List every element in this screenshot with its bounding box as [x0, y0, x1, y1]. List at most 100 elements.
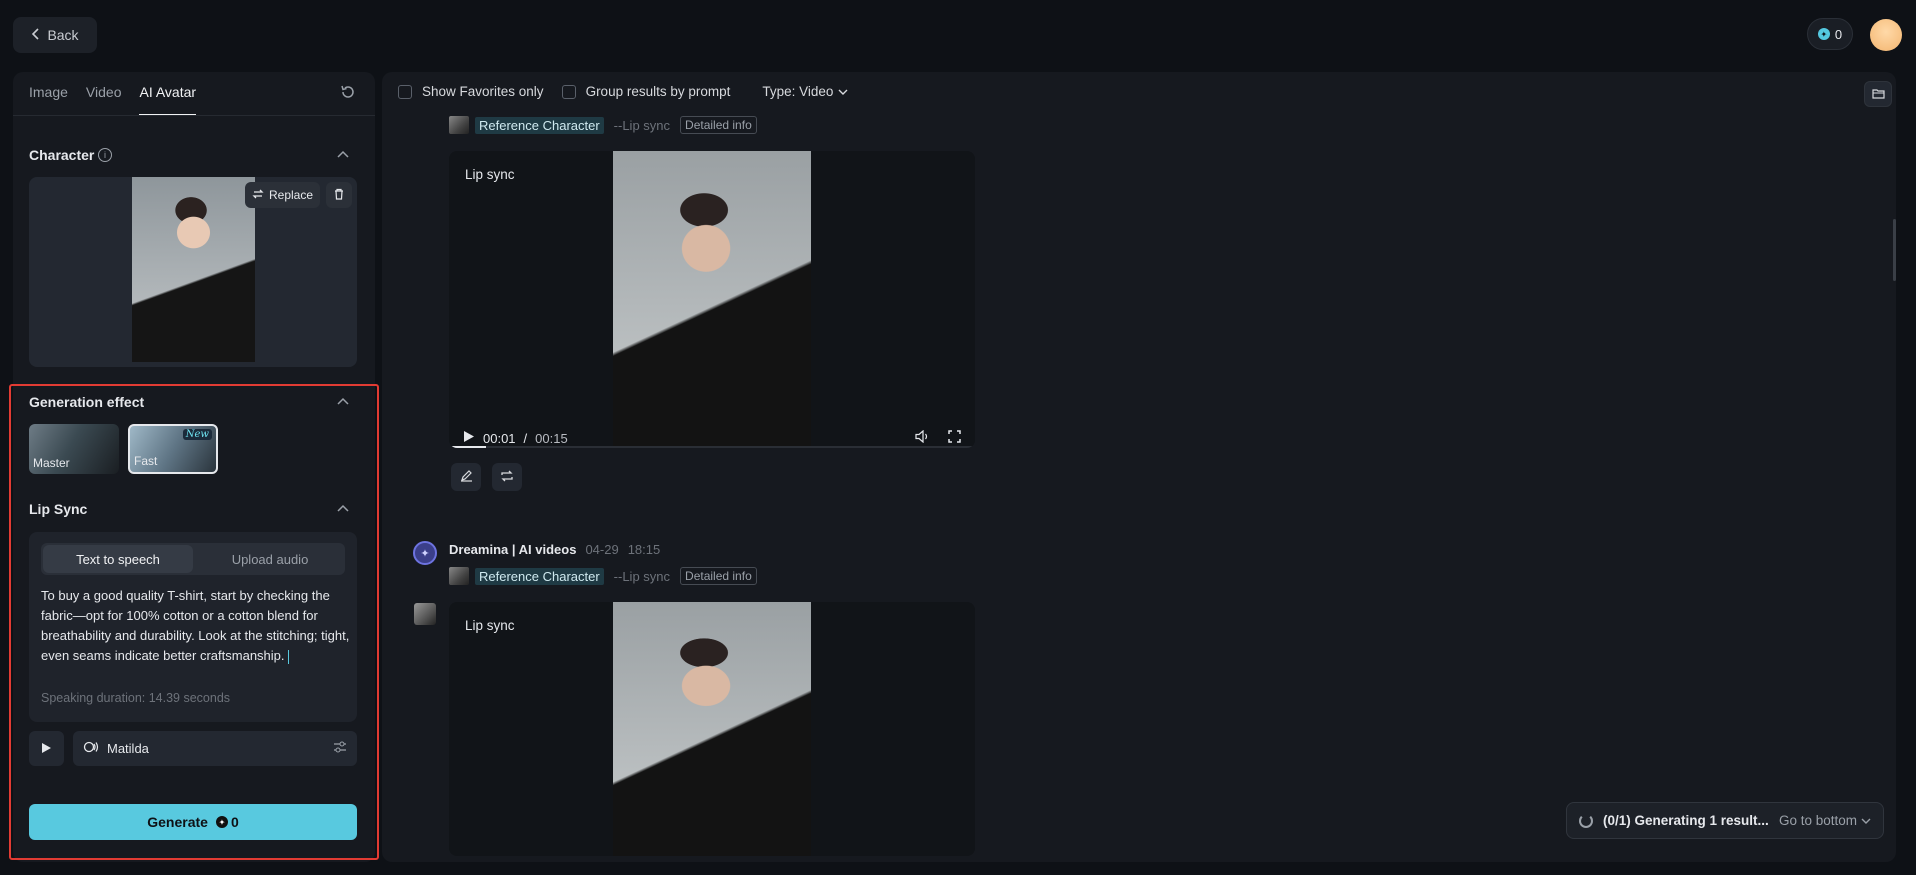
lip-sync-title: Lip Sync: [29, 501, 88, 517]
loading-spinner-icon: [1579, 813, 1593, 828]
generation-effect-title: Generation effect: [29, 394, 145, 410]
coin-icon: ✦: [215, 816, 228, 828]
preview-play-button[interactable]: [29, 731, 64, 766]
effect-label: Master: [33, 456, 70, 470]
play-icon[interactable]: [463, 430, 475, 446]
reference-avatar: [414, 603, 436, 625]
type-dropdown-label: Type: Video: [762, 84, 834, 99]
pencil-icon: [460, 469, 473, 485]
effect-label: Fast: [134, 454, 158, 468]
swap-icon: [252, 188, 264, 203]
tab-ai-avatar[interactable]: AI Avatar: [139, 84, 197, 116]
time-separator: /: [523, 430, 528, 446]
detailed-info-tag[interactable]: Detailed info: [680, 567, 757, 585]
result-author-row: Dreamina | AI videos 04-29 18:15: [449, 542, 660, 557]
play-icon: [41, 741, 52, 757]
trash-icon: [333, 187, 345, 203]
tab-text-to-speech[interactable]: Text to speech: [43, 545, 193, 573]
video-player[interactable]: Lip sync 00:01 / 00:15: [449, 151, 975, 448]
generation-status: (0/1) Generating 1 result... Go to botto…: [1566, 802, 1884, 839]
lip-sync-mode-switch: Text to speech Upload audio: [41, 543, 345, 575]
reset-icon[interactable]: [340, 84, 358, 102]
video-frame: [613, 151, 811, 446]
user-avatar[interactable]: [1870, 19, 1902, 51]
character-title: Character: [29, 147, 95, 163]
tab-divider: [13, 115, 375, 116]
generate-cost: ✦ 0: [215, 814, 239, 830]
generate-cost-value: 0: [230, 814, 239, 830]
time-total: 00:15: [535, 430, 568, 446]
video-controls: 00:01 / 00:15: [449, 423, 975, 448]
group-label[interactable]: Group results by prompt: [586, 84, 731, 99]
repeat-icon: [500, 469, 514, 485]
credits-badge[interactable]: ✦ 0: [1807, 18, 1853, 50]
voice-selector[interactable]: Matilda: [73, 731, 357, 766]
video-progress-fill: [449, 446, 486, 448]
text-cursor: [287, 649, 289, 664]
reference-thumbnail: [449, 567, 469, 585]
video-frame: [613, 602, 811, 856]
result-meta: Reference Character --Lip sync Detailed …: [449, 567, 757, 585]
tab-video[interactable]: Video: [86, 84, 122, 116]
generate-button[interactable]: Generate ✦ 0: [29, 804, 357, 840]
type-dropdown[interactable]: Type: Video: [762, 84, 848, 99]
character-image: [132, 177, 255, 362]
reference-name[interactable]: Reference Character: [475, 567, 604, 585]
reference-thumbnail: [449, 116, 469, 134]
result-mode: --Lip sync: [613, 568, 671, 584]
speech-text-input[interactable]: To buy a good quality T-shirt, start by …: [41, 586, 351, 666]
dreamina-logo-icon: ✦: [413, 541, 437, 565]
voice-name: Matilda: [107, 741, 149, 756]
video-player[interactable]: Lip sync: [449, 602, 975, 856]
time-current: 00:01: [483, 430, 516, 446]
delete-button[interactable]: [326, 182, 352, 208]
regenerate-button[interactable]: [492, 463, 522, 491]
result-date: 04-29: [585, 542, 619, 557]
fullscreen-icon[interactable]: [948, 430, 961, 446]
new-badge: New: [182, 429, 212, 440]
coin-icon: ✦: [1817, 28, 1830, 40]
result-mode: --Lip sync: [613, 117, 671, 133]
chevron-down-icon: [1861, 813, 1871, 828]
go-to-bottom-label: Go to bottom: [1778, 813, 1857, 828]
status-text: (0/1) Generating 1 result...: [1603, 813, 1769, 828]
result-meta: Reference Character --Lip sync Detailed …: [449, 116, 757, 134]
effect-option-master[interactable]: Master: [29, 424, 119, 474]
back-button[interactable]: Back: [13, 17, 97, 53]
chevron-up-icon[interactable]: [337, 147, 349, 161]
effect-option-fast[interactable]: New Fast: [128, 424, 218, 474]
info-icon[interactable]: i: [98, 148, 112, 162]
detailed-info-tag[interactable]: Detailed info: [680, 116, 757, 134]
scrollbar-thumb[interactable]: [1893, 219, 1896, 281]
folder-button[interactable]: [1864, 81, 1892, 107]
tab-upload-audio[interactable]: Upload audio: [195, 543, 345, 575]
back-label: Back: [47, 27, 79, 43]
chevron-up-icon[interactable]: [337, 394, 349, 408]
chevron-up-icon[interactable]: [337, 501, 349, 515]
settings-sliders-icon[interactable]: [333, 741, 347, 756]
video-label: Lip sync: [465, 167, 515, 182]
go-to-bottom-button[interactable]: Go to bottom: [1779, 813, 1871, 828]
volume-icon[interactable]: [915, 429, 930, 446]
video-label: Lip sync: [465, 618, 515, 633]
edit-button[interactable]: [451, 463, 481, 491]
speaking-duration: Speaking duration: 14.39 seconds: [41, 691, 231, 705]
favorites-checkbox[interactable]: [398, 84, 412, 99]
credits-count: 0: [1834, 26, 1843, 42]
replace-label: Replace: [268, 188, 314, 202]
replace-button[interactable]: Replace: [245, 182, 320, 208]
result-time: 18:15: [627, 542, 661, 557]
generate-label: Generate: [147, 814, 208, 830]
folder-icon: [1871, 86, 1885, 102]
author-name: Dreamina | AI videos: [449, 542, 577, 557]
filter-bar: Show Favorites only Group results by pro…: [398, 84, 848, 99]
speech-text: To buy a good quality T-shirt, start by …: [41, 588, 350, 663]
mode-tabs: Image Video AI Avatar: [29, 84, 197, 116]
voice-icon: [83, 740, 99, 757]
reference-name[interactable]: Reference Character: [475, 116, 604, 134]
favorites-label[interactable]: Show Favorites only: [422, 84, 544, 99]
tab-image[interactable]: Image: [29, 84, 68, 116]
chevron-down-icon: [838, 84, 848, 99]
video-progress[interactable]: [449, 446, 975, 448]
group-checkbox[interactable]: [561, 84, 576, 99]
